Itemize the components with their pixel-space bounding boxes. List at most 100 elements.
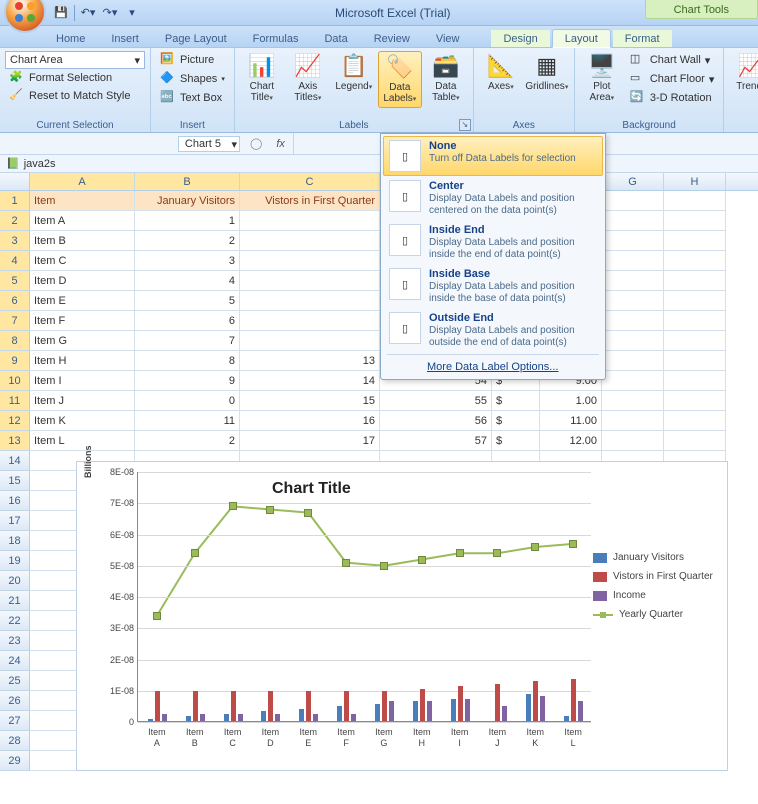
bar[interactable]: [306, 691, 311, 721]
redo-icon[interactable]: ↷▾: [101, 4, 119, 22]
tab-page-layout[interactable]: Page Layout: [153, 30, 239, 47]
bar[interactable]: [375, 704, 380, 722]
trendline-button[interactable]: 📈Trendli: [729, 51, 758, 94]
cell[interactable]: 14: [240, 371, 380, 391]
row-header[interactable]: 28: [0, 731, 30, 751]
bar[interactable]: [451, 699, 456, 722]
bar[interactable]: [382, 691, 387, 721]
cell[interactable]: [240, 231, 380, 251]
bar[interactable]: [571, 679, 576, 722]
cell[interactable]: [664, 411, 726, 431]
row-header[interactable]: 20: [0, 571, 30, 591]
shapes-button[interactable]: 🔷Shapes▾: [156, 70, 229, 88]
cell[interactable]: [602, 191, 664, 211]
gridlines-button[interactable]: ▦Gridlines▾: [525, 51, 569, 95]
row-header[interactable]: 22: [0, 611, 30, 631]
line-marker[interactable]: [531, 543, 539, 551]
cell[interactable]: 8: [135, 351, 240, 371]
cell[interactable]: Vistors in First Quarter: [240, 191, 380, 211]
row-header[interactable]: 4: [0, 251, 30, 271]
row-header[interactable]: 6: [0, 291, 30, 311]
row-header[interactable]: 2: [0, 211, 30, 231]
formula-buttons[interactable]: ◯: [250, 137, 262, 150]
bar[interactable]: [148, 719, 153, 722]
bar[interactable]: [495, 684, 500, 722]
row-header[interactable]: 26: [0, 691, 30, 711]
cell[interactable]: [602, 251, 664, 271]
line-marker[interactable]: [191, 549, 199, 557]
row-header[interactable]: 27: [0, 711, 30, 731]
tab-format[interactable]: Format: [613, 30, 672, 47]
legend-item[interactable]: Yearly Quarter: [593, 609, 723, 620]
bar[interactable]: [224, 714, 229, 722]
row-header[interactable]: 3: [0, 231, 30, 251]
row-header[interactable]: 12: [0, 411, 30, 431]
data-table-button[interactable]: 🗃️Data Table▾: [424, 51, 468, 106]
row-header[interactable]: 24: [0, 651, 30, 671]
row-header[interactable]: 13: [0, 431, 30, 451]
cell[interactable]: 3: [135, 251, 240, 271]
chart-wall-button[interactable]: ◫Chart Wall ▾: [626, 51, 719, 69]
picture-button[interactable]: 🖼️Picture: [156, 51, 229, 69]
cell[interactable]: [602, 331, 664, 351]
save-icon[interactable]: 💾: [52, 4, 70, 22]
cell[interactable]: January Visitors: [135, 191, 240, 211]
cell[interactable]: 6: [135, 311, 240, 331]
bar[interactable]: [162, 714, 167, 722]
format-selection-button[interactable]: 🧩Format Selection: [5, 69, 145, 87]
row-header[interactable]: 21: [0, 591, 30, 611]
axes-button[interactable]: 📐Axes▾: [479, 51, 523, 95]
tab-review[interactable]: Review: [362, 30, 422, 47]
line-marker[interactable]: [229, 502, 237, 510]
cell[interactable]: Item E: [30, 291, 135, 311]
workbook-tab[interactable]: java2s: [24, 158, 56, 170]
cell[interactable]: [602, 351, 664, 371]
cell[interactable]: 9: [135, 371, 240, 391]
chart-floor-button[interactable]: ▭Chart Floor ▾: [626, 70, 719, 88]
line-marker[interactable]: [569, 540, 577, 548]
bar[interactable]: [458, 686, 463, 721]
cell[interactable]: Item: [30, 191, 135, 211]
line-marker[interactable]: [342, 559, 350, 567]
cell[interactable]: Item I: [30, 371, 135, 391]
bar[interactable]: [427, 701, 432, 721]
tab-home[interactable]: Home: [44, 30, 97, 47]
cell[interactable]: 2: [135, 231, 240, 251]
cell[interactable]: 4: [135, 271, 240, 291]
row-header[interactable]: 14: [0, 451, 30, 471]
axis-titles-button[interactable]: 📈Axis Titles▾: [286, 51, 330, 106]
row-header[interactable]: 7: [0, 311, 30, 331]
embedded-chart[interactable]: Billions Chart Title 01E-082E-083E-084E-…: [76, 461, 728, 771]
row-header[interactable]: 29: [0, 751, 30, 771]
tab-data[interactable]: Data: [312, 30, 359, 47]
cell[interactable]: [664, 231, 726, 251]
col-header[interactable]: G: [602, 173, 664, 190]
bar[interactable]: [526, 694, 531, 722]
row-header[interactable]: 9: [0, 351, 30, 371]
row-header[interactable]: 19: [0, 551, 30, 571]
cell[interactable]: Item K: [30, 411, 135, 431]
cell[interactable]: [602, 231, 664, 251]
bar[interactable]: [268, 691, 273, 721]
bar[interactable]: [313, 714, 318, 722]
row-header[interactable]: 16: [0, 491, 30, 511]
tab-design[interactable]: Design: [491, 30, 549, 47]
cell[interactable]: [240, 271, 380, 291]
legend-item[interactable]: Income: [593, 590, 723, 601]
cell[interactable]: Item G: [30, 331, 135, 351]
textbox-button[interactable]: 🔤Text Box: [156, 89, 229, 107]
cell[interactable]: [602, 271, 664, 291]
reset-style-button[interactable]: 🧹Reset to Match Style: [5, 87, 145, 105]
cell[interactable]: Item F: [30, 311, 135, 331]
name-box[interactable]: Chart 5 ▾: [178, 136, 240, 152]
row-header[interactable]: 1: [0, 191, 30, 211]
bar[interactable]: [186, 716, 191, 721]
row-header[interactable]: 11: [0, 391, 30, 411]
chart-legend[interactable]: January Visitors Vistors in First Quarte…: [593, 552, 723, 628]
cell[interactable]: 11.00: [540, 411, 602, 431]
undo-icon[interactable]: ↶▾: [79, 4, 97, 22]
cell[interactable]: 0: [135, 391, 240, 411]
cell[interactable]: [664, 211, 726, 231]
cell[interactable]: [664, 431, 726, 451]
cell[interactable]: 1.00: [540, 391, 602, 411]
